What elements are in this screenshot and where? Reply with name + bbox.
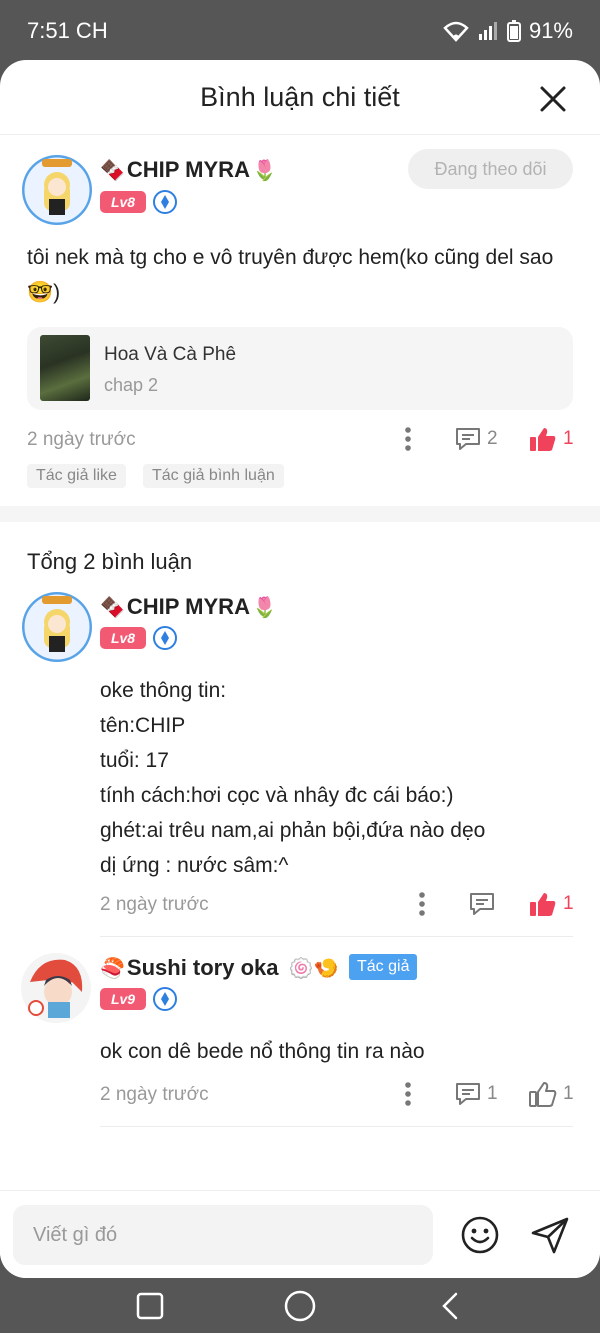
story-chapter: chap 2 — [104, 375, 159, 395]
verified-badge-icon — [153, 626, 177, 650]
comment-text: tôi nek mà tg cho e vô truyên được hem(k… — [27, 246, 554, 304]
home-button[interactable] — [270, 1278, 330, 1333]
system-nav-bar — [0, 1278, 600, 1333]
like-button[interactable]: 1 — [529, 891, 574, 917]
like-button[interactable]: 1 — [529, 1081, 574, 1107]
comment-icon — [470, 893, 494, 915]
section-divider — [0, 506, 600, 522]
wifi-icon — [443, 21, 469, 42]
reply-text: ok con dê bede nổ thông tin ra nào — [100, 1040, 425, 1063]
emoji-icon[interactable] — [460, 1215, 500, 1255]
author-name[interactable]: 🍫 CHIP MYRA 🌷 — [100, 157, 277, 183]
thumbs-up-filled-icon — [530, 428, 556, 451]
comment-composer — [0, 1190, 600, 1278]
reply-count: 1 — [487, 1083, 498, 1104]
verified-badge-icon — [153, 987, 177, 1011]
story-card[interactable]: Hoa Và Cà Phê chap 2 — [27, 327, 573, 410]
story-title: Hoa Và Cà Phê — [104, 344, 237, 365]
back-button[interactable] — [420, 1278, 480, 1333]
home-icon — [284, 1290, 316, 1321]
comment-input[interactable] — [13, 1205, 433, 1265]
send-icon[interactable] — [530, 1215, 570, 1255]
comment-detail-sheet: Bình luận chi tiết 🍫 CHIP MYRA 🌷 Lv8 Đang … — [0, 60, 600, 1278]
like-count: 1 — [563, 428, 574, 449]
reply-button[interactable]: 2 — [455, 426, 498, 452]
close-icon[interactable] — [538, 84, 568, 114]
author-name[interactable]: 🍫 CHIP MYRA 🌷 — [100, 594, 277, 620]
page-title: Bình luận chi tiết — [200, 82, 400, 112]
status-time: 7:51 CH — [27, 18, 108, 43]
like-button[interactable]: 1 — [529, 426, 574, 452]
level-badge: Lv8 — [100, 627, 146, 649]
level-badge: Lv9 — [100, 988, 146, 1010]
back-icon — [442, 1292, 458, 1319]
comment-icon — [456, 428, 480, 450]
avatar[interactable] — [20, 952, 92, 1024]
avatar[interactable] — [22, 155, 92, 225]
comment-icon — [456, 1083, 480, 1105]
comment-time: 2 ngày trước — [27, 429, 136, 450]
thumbs-up-filled-icon — [530, 893, 556, 916]
more-options-icon[interactable] — [418, 891, 426, 917]
like-count: 1 — [563, 893, 574, 914]
battery-level: 91% — [528, 18, 573, 43]
battery-icon — [506, 20, 521, 42]
level-badge: Lv8 — [100, 191, 146, 213]
signal-icon — [478, 22, 497, 40]
author-badge: Tác giả — [349, 954, 418, 980]
story-cover-image — [40, 335, 90, 401]
reply-separator — [100, 1126, 573, 1127]
more-options-icon[interactable] — [404, 1081, 412, 1107]
status-bar: 7:51 CH 91% — [0, 0, 600, 62]
like-count: 1 — [563, 1083, 574, 1104]
follow-button[interactable]: Đang theo dõi — [408, 149, 573, 189]
recent-apps-button[interactable] — [120, 1278, 180, 1333]
more-options-icon[interactable] — [404, 426, 412, 452]
reply-text: oke thông tin: tên:CHIP tuổi: 17 tính cá… — [100, 679, 486, 877]
reply-time: 2 ngày trước — [100, 894, 209, 915]
thumbs-up-outline-icon — [529, 1082, 557, 1107]
recent-apps-icon — [136, 1292, 164, 1319]
author-commented-chip: Tác giả bình luận — [143, 464, 284, 488]
reply-time: 2 ngày trước — [100, 1084, 209, 1105]
author-liked-chip: Tác giả like — [27, 464, 126, 488]
reply-separator — [100, 936, 573, 937]
replies-count-title: Tổng 2 bình luận — [27, 549, 193, 574]
author-name[interactable]: 🍣 Sushi tory oka 🍥🍤 — [100, 955, 338, 981]
verified-badge-icon — [153, 190, 177, 214]
sheet-header: Bình luận chi tiết — [0, 60, 600, 135]
status-icons: 91% — [443, 18, 573, 44]
avatar[interactable] — [22, 592, 92, 662]
reply-button[interactable]: 1 — [455, 1081, 498, 1107]
reply-count: 2 — [487, 428, 498, 449]
reply-button[interactable] — [469, 891, 501, 917]
